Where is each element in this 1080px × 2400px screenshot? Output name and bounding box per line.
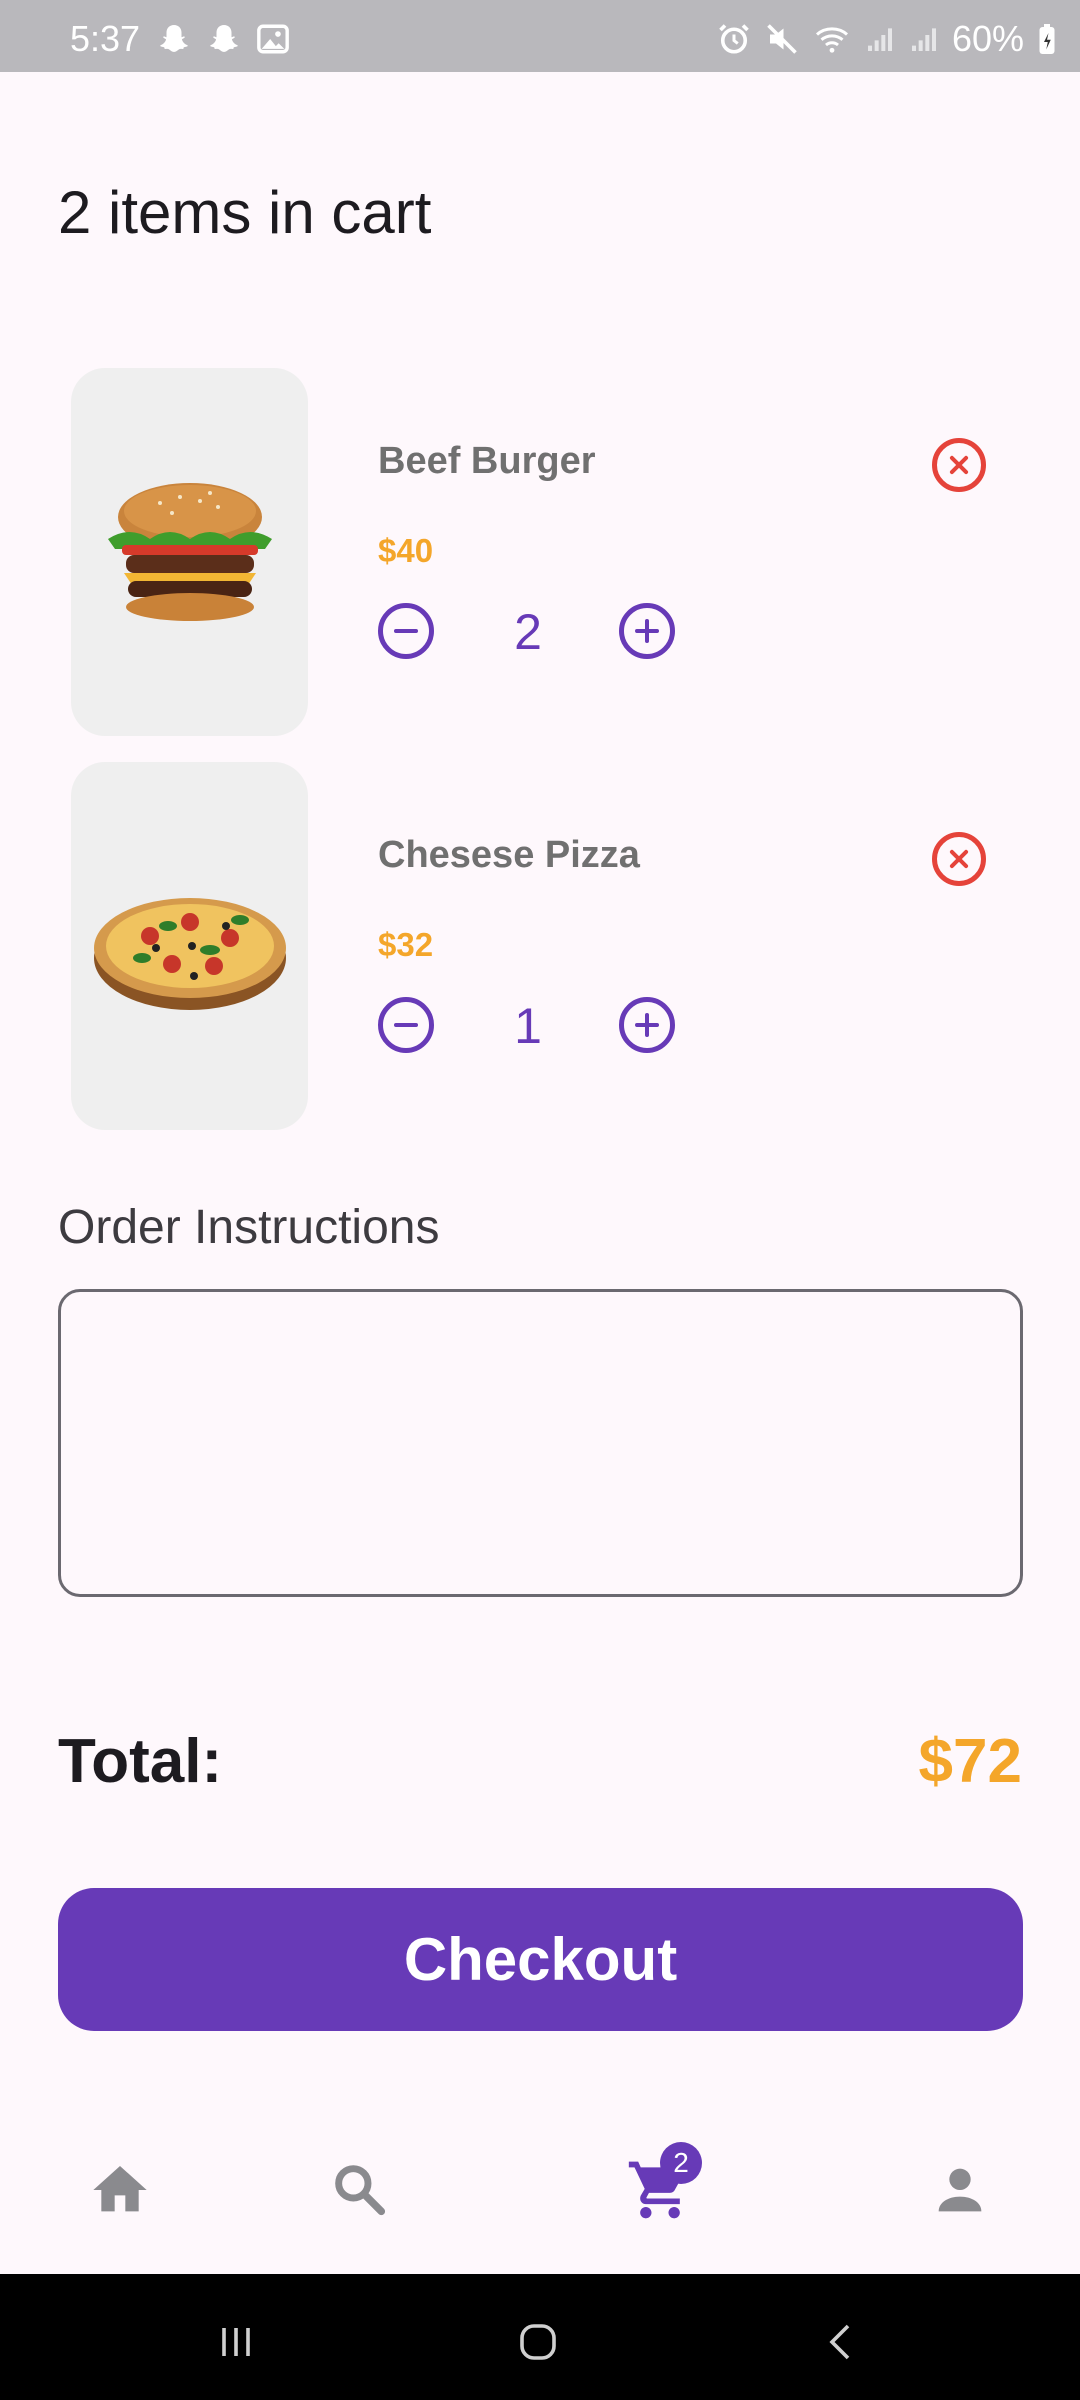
decrease-quantity-button[interactable] bbox=[378, 997, 434, 1053]
quantity-value: 1 bbox=[514, 998, 542, 1054]
recents-button[interactable] bbox=[206, 2312, 266, 2372]
system-nav-bar bbox=[0, 2274, 1080, 2400]
home-icon bbox=[93, 2166, 147, 2212]
battery-icon bbox=[1039, 24, 1055, 54]
cart-item: Chesese Pizza $32 1 bbox=[0, 762, 1080, 1132]
snapchat-icon bbox=[210, 25, 238, 52]
signal-icon bbox=[911, 28, 936, 51]
checkout-button[interactable]: Checkout bbox=[58, 1888, 1023, 2031]
recents-icon bbox=[222, 2328, 250, 2356]
item-name: Chesese Pizza bbox=[378, 834, 640, 876]
burger-image bbox=[71, 368, 308, 736]
home-button[interactable] bbox=[508, 2312, 568, 2372]
item-name: Beef Burger bbox=[378, 440, 596, 482]
quantity-stepper: 1 bbox=[378, 997, 678, 1055]
bottom-nav: 2 bbox=[0, 2120, 1080, 2275]
nav-cart[interactable]: 2 bbox=[620, 2142, 702, 2230]
profile-icon bbox=[938, 2168, 982, 2212]
item-price: $32 bbox=[378, 926, 434, 963]
nav-search[interactable] bbox=[320, 2150, 400, 2230]
total-label: Total: bbox=[58, 1727, 223, 1796]
nav-home[interactable] bbox=[80, 2150, 160, 2230]
back-button[interactable] bbox=[812, 2312, 872, 2372]
item-price: $40 bbox=[378, 532, 434, 569]
remove-item-button[interactable] bbox=[932, 438, 986, 492]
order-instructions-label: Order Instructions bbox=[58, 1201, 440, 1254]
status-time: 5:37 bbox=[70, 18, 141, 59]
notification-icons bbox=[156, 22, 290, 58]
gallery-icon bbox=[257, 24, 289, 54]
quantity-stepper: 2 bbox=[378, 603, 678, 661]
search-icon bbox=[335, 2165, 386, 2216]
page-title: 2 items in cart bbox=[58, 179, 432, 246]
mute-icon bbox=[767, 24, 797, 54]
remove-item-button[interactable] bbox=[932, 832, 986, 886]
nav-profile[interactable] bbox=[920, 2150, 1000, 2230]
increase-quantity-button[interactable] bbox=[619, 603, 675, 659]
wifi-icon bbox=[815, 27, 848, 53]
decrease-quantity-button[interactable] bbox=[378, 603, 434, 659]
back-icon bbox=[829, 2324, 850, 2360]
snapchat-icon bbox=[160, 25, 188, 52]
alarm-icon bbox=[719, 24, 749, 54]
battery-percent: 60% bbox=[951, 18, 1024, 59]
pizza-image bbox=[71, 762, 308, 1130]
increase-quantity-button[interactable] bbox=[619, 997, 675, 1053]
system-status-icons: 60% bbox=[716, 18, 1058, 60]
cart-item: Beef Burger $40 2 bbox=[0, 368, 1080, 738]
signal-icon bbox=[867, 28, 892, 51]
home-circle-icon bbox=[520, 2324, 556, 2360]
order-instructions-input[interactable] bbox=[58, 1289, 1023, 1597]
quantity-value: 2 bbox=[514, 604, 542, 660]
cart-badge: 2 bbox=[660, 2142, 702, 2184]
total-value: $72 bbox=[918, 1727, 1022, 1796]
status-bar: 5:37 60% bbox=[0, 0, 1080, 72]
